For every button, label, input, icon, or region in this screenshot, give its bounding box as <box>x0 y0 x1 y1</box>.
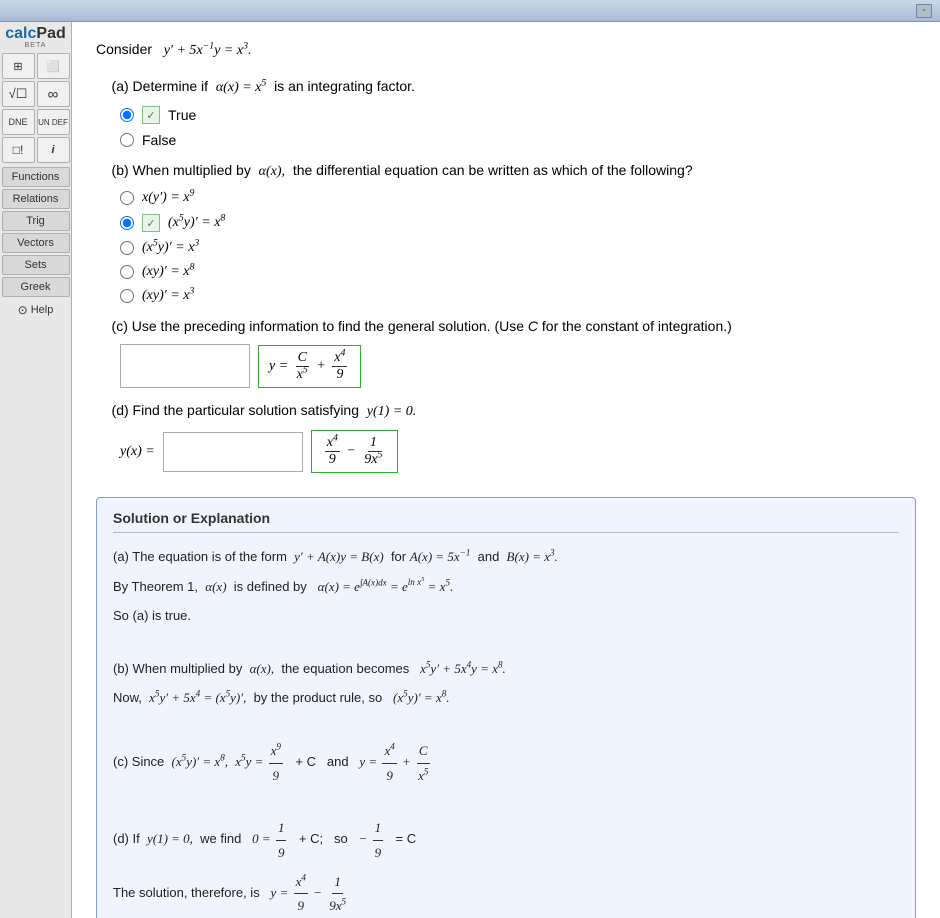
part-d-section: (d) Find the particular solution satisfy… <box>96 402 916 473</box>
option-a-false: False <box>120 132 916 148</box>
content-area: Consider y′ + 5x−1y = x3. (a) Determine … <box>72 22 940 918</box>
sqrt-button[interactable]: √☐ <box>2 81 35 107</box>
option-b5: (xy)′ = x3 <box>120 288 916 304</box>
info-button[interactable]: i <box>37 137 70 163</box>
label-a-true: True <box>168 107 196 123</box>
sidebar-item-sets[interactable]: Sets <box>2 255 70 275</box>
expand-icon: ⬜ <box>46 60 60 73</box>
part-a-label: (a) Determine if α(x) = x5 is an integra… <box>96 78 916 96</box>
correct-icon-a: ✓ <box>142 106 160 124</box>
option-b2: ✓ (x5y)′ = x8 <box>120 214 916 232</box>
part-b-label: (b) When multiplied by α(x), the differe… <box>96 162 916 180</box>
radio-b3[interactable] <box>120 241 134 255</box>
sidebar-item-relations[interactable]: Relations <box>2 189 70 209</box>
undef-button[interactable]: UN DEF <box>37 109 70 135</box>
logo-calc: calcPad <box>5 26 65 42</box>
option-a-true: ✓ True <box>120 106 916 124</box>
answer-d-input[interactable] <box>163 432 303 472</box>
label-b5: (xy)′ = x3 <box>142 288 194 304</box>
sidebar-item-functions[interactable]: Functions <box>2 167 70 187</box>
option-b4: (xy)′ = x8 <box>120 264 916 280</box>
y-x-label: y(x) = <box>120 444 155 460</box>
info-icon: i <box>51 144 54 156</box>
answer-c-input[interactable] <box>120 344 250 388</box>
correct-icon-b: ✓ <box>142 214 160 232</box>
label-b4: (xy)′ = x8 <box>142 264 194 280</box>
sqrt-icon: √☐ <box>9 86 28 102</box>
label-b2: (x5y)′ = x8 <box>168 215 225 231</box>
intro-equation: y′ + 5x−1y = x3. <box>164 43 252 58</box>
undef-icon: UN DEF <box>38 118 68 127</box>
formula-d: x4 9 − 1 9x5 <box>311 430 399 473</box>
title-bar: - <box>0 0 940 22</box>
intro-text: Consider <box>96 41 160 57</box>
part-c-section: (c) Use the preceding information to fin… <box>96 318 916 388</box>
solution-a-line2: By Theorem 1, α(x) is defined by α(x) = … <box>113 575 899 598</box>
dne-icon: DNE <box>8 117 27 127</box>
beta-label: BETA <box>25 42 47 49</box>
radio-b1[interactable] <box>120 191 134 205</box>
grid-icon: ⊞ <box>13 60 22 73</box>
option-b1: x(y′) = x9 <box>120 190 916 206</box>
formula-c-content: y = C x5 + x4 9 <box>269 350 350 383</box>
sidebar-item-greek[interactable]: Greek <box>2 277 70 297</box>
part-d-label: (d) Find the particular solution satisfy… <box>96 402 916 420</box>
part-a-section: (a) Determine if α(x) = x5 is an integra… <box>96 78 916 148</box>
formula-c: y = C x5 + x4 9 <box>258 345 361 388</box>
infinity-icon: ∞ <box>48 86 59 103</box>
solution-text: (a) The equation is of the form y′ + A(x… <box>113 545 899 917</box>
option-b3: (x5y)′ = x3 <box>120 240 916 256</box>
sidebar-item-vectors[interactable]: Vectors <box>2 233 70 253</box>
label-b3: (x5y)′ = x3 <box>142 240 199 256</box>
label-a-false: False <box>142 132 176 148</box>
radio-a-true[interactable] <box>120 108 134 122</box>
part-b-section: (b) When multiplied by α(x), the differe… <box>96 162 916 304</box>
label-b1: x(y′) = x9 <box>142 190 194 206</box>
solution-b-line2: Now, x5y′ + 5x4 = (x5y)′, by the product… <box>113 686 899 709</box>
grid-button[interactable]: ⊞ <box>2 53 35 79</box>
factorial-icon: □! <box>13 143 24 157</box>
solution-d-line1: (d) If y(1) = 0, we find 0 = 1 9 + C; so… <box>113 816 899 864</box>
formula-d-content: x4 9 − 1 9x5 <box>322 435 388 468</box>
question-header: Consider y′ + 5x−1y = x3. <box>96 38 916 62</box>
factorial-button[interactable]: □! <box>2 137 35 163</box>
solution-a-line3: So (a) is true. <box>113 604 899 627</box>
solution-d-line2: The solution, therefore, is y = x4 9 − 1… <box>113 870 899 918</box>
radio-b2[interactable] <box>120 216 134 230</box>
solution-c-line1: (c) Since (x5y)′ = x8, x5y = x9 9 + C an… <box>113 739 899 787</box>
help-circle-icon: ⊙ <box>18 303 28 317</box>
main-layout: calcPad BETA ⊞ ⬜ √☐ ∞ DNE UN DEF □! <box>0 22 940 918</box>
radio-a-false[interactable] <box>120 133 134 147</box>
solution-title: Solution or Explanation <box>113 510 899 533</box>
sidebar: calcPad BETA ⊞ ⬜ √☐ ∞ DNE UN DEF □! <box>0 22 72 918</box>
infinity-button[interactable]: ∞ <box>37 81 70 107</box>
sidebar-buttons: ⊞ ⬜ √☐ ∞ DNE UN DEF □! i <box>2 53 70 163</box>
help-label: Help <box>31 304 54 316</box>
help-item[interactable]: ⊙ Help <box>2 303 70 317</box>
minimize-button[interactable]: - <box>916 4 932 18</box>
solution-b-line1: (b) When multiplied by α(x), the equatio… <box>113 657 899 680</box>
radio-b5[interactable] <box>120 289 134 303</box>
sidebar-item-trig[interactable]: Trig <box>2 211 70 231</box>
part-c-label: (c) Use the preceding information to fin… <box>96 318 916 334</box>
dne-button[interactable]: DNE <box>2 109 35 135</box>
solution-a-line1: (a) The equation is of the form y′ + A(x… <box>113 545 899 568</box>
solution-box: Solution or Explanation (a) The equation… <box>96 497 916 918</box>
radio-b4[interactable] <box>120 265 134 279</box>
expand-button[interactable]: ⬜ <box>37 53 70 79</box>
